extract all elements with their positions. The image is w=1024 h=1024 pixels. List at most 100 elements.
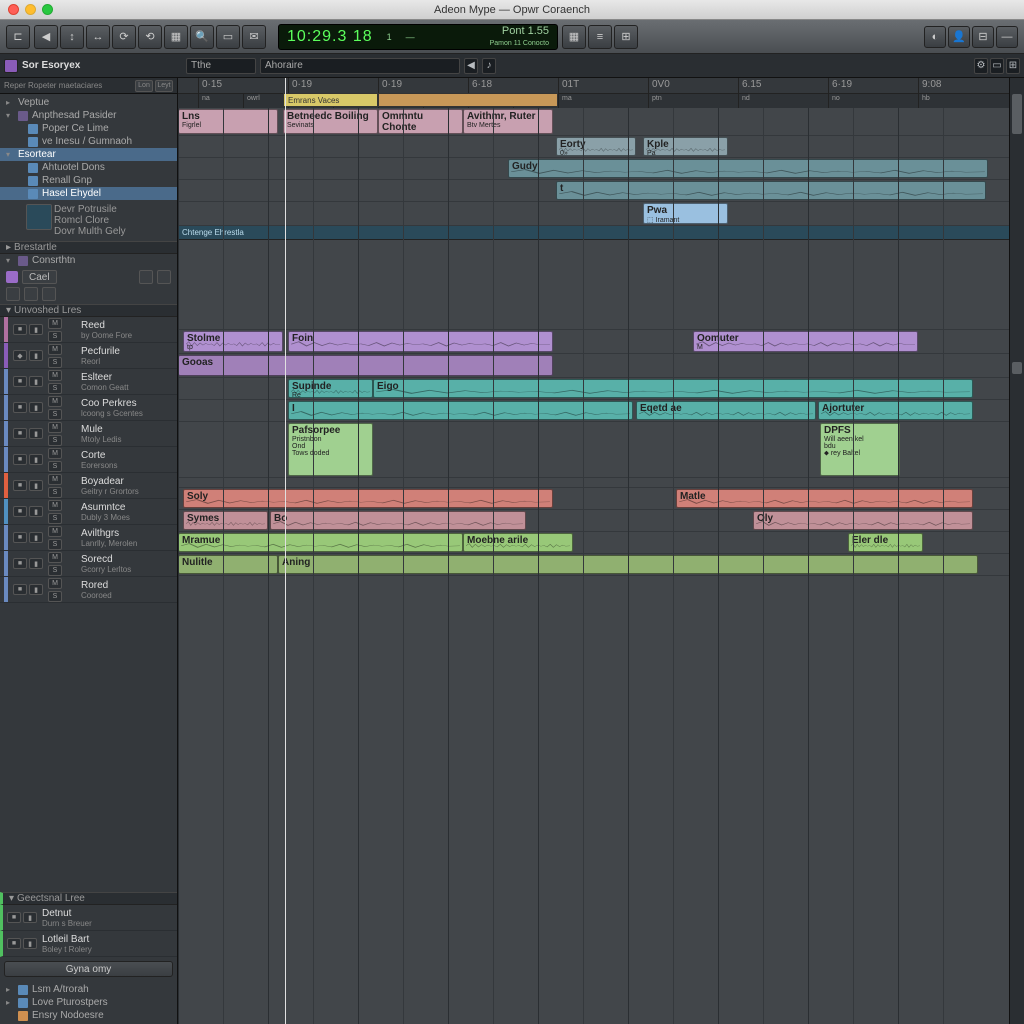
audio-clip[interactable]: Betneedc BoilingSevinats [283, 109, 378, 134]
audio-clip[interactable]: Nulitle [178, 555, 278, 574]
toolbar-button[interactable]: 👤 [948, 26, 970, 48]
sidebar-header-btn-a[interactable]: Lon [135, 80, 153, 92]
audio-clip[interactable]: Matle [676, 489, 973, 508]
audio-clip[interactable]: Eqetd ae [636, 401, 816, 420]
audio-clip[interactable]: OomuterM [693, 331, 918, 352]
ctl-button[interactable] [139, 270, 153, 284]
toolbar-button[interactable]: ◐ [924, 26, 946, 48]
vertical-scrollbar[interactable] [1009, 78, 1024, 1024]
field-btn-b[interactable]: ♪ [482, 58, 496, 74]
audio-clip[interactable]: Pwa⬚ Iramant [643, 203, 728, 224]
audio-clip[interactable]: t [556, 181, 986, 200]
tree-item[interactable]: ▾Esortear [0, 148, 177, 161]
audio-clip[interactable]: Ommntu Chonteloesttan [378, 109, 463, 134]
audio-clip[interactable]: Bo [270, 511, 526, 530]
toolbar-button[interactable]: ⟲ [138, 25, 162, 49]
audio-clip[interactable]: Mramue [178, 533, 463, 552]
arrangement-marker[interactable] [378, 93, 558, 107]
tree-item[interactable]: Poper Ce Lime [0, 122, 177, 135]
scrollbar-thumb[interactable] [1012, 362, 1022, 374]
tree-item[interactable]: Ahtuotel Dons [0, 161, 177, 174]
track-header[interactable]: ■▮ MS RoredCooroed [0, 577, 177, 603]
tree-item[interactable]: Ensry Nodoesre [0, 1009, 177, 1022]
audio-clip[interactable]: KplePa [643, 137, 728, 156]
audio-clip[interactable]: Symes [183, 511, 268, 530]
controlbar-button[interactable]: ⊞ [1006, 58, 1020, 74]
tree-item[interactable]: ▾Anpthesad Pasider [0, 109, 177, 122]
track-header[interactable]: ■▮ MS SorecdGcorry Lerltos [0, 551, 177, 577]
ruler-mark: 0·15 [198, 78, 225, 93]
audio-clip[interactable]: LnsFigrlel [178, 109, 278, 134]
ctl-button[interactable] [157, 270, 171, 284]
arrange-area[interactable]: 0·150·190·196·1801T0V06.156·199:08 naowr… [178, 78, 1024, 1024]
audio-clip[interactable]: Soly [183, 489, 553, 508]
audio-clip[interactable]: Eler dle [848, 533, 923, 552]
preset-thumb[interactable] [26, 204, 52, 230]
toolbar-button[interactable]: ✉ [242, 25, 266, 49]
audio-clip[interactable]: Oly [753, 511, 973, 530]
field-mid[interactable]: Ahoraire [260, 58, 460, 74]
lcd-display[interactable]: 10:29.3 18 1 — Pont 1.55 Pamon 11 Conoct… [278, 24, 558, 50]
audio-clip[interactable]: PafsorpeePristnbon Ond Tows doded [288, 423, 373, 476]
toolbar-button[interactable]: ⊞ [614, 25, 638, 49]
library-tab-icon[interactable] [4, 59, 18, 73]
toolbar-button[interactable]: ≡ [588, 25, 612, 49]
tree-item[interactable]: ve Inesu / Gumnaoh [0, 135, 177, 148]
audio-clip[interactable]: Foin [288, 331, 553, 352]
control-bar-mid: Tthe Ahoraire ◀ ♪ [178, 58, 496, 74]
field-left[interactable]: Tthe [186, 58, 256, 74]
color-chip[interactable] [6, 271, 18, 283]
tree-item[interactable]: ▸Love Pturostpers [0, 996, 177, 1009]
toolbar-button[interactable]: ↕ [60, 25, 84, 49]
sidebar-toggle-button[interactable]: ⊏ [6, 25, 30, 49]
ctl-button[interactable] [24, 287, 38, 301]
audio-clip[interactable]: Gooas [178, 355, 553, 376]
track-header[interactable]: ■▮ MS EslteerComon Geatt [0, 369, 177, 395]
toolbar-button[interactable]: ▭ [216, 25, 240, 49]
tree-item[interactable]: ▸Lsm A/trorah [0, 983, 177, 996]
tree-item[interactable]: ▸Veptue [0, 96, 177, 109]
audio-clip[interactable]: I [288, 401, 633, 420]
track-header[interactable]: ■▮ MS Coo Perkreslcoong s Gcentes [0, 395, 177, 421]
track-header[interactable]: ◆▮ MS PecfurileReorl [0, 343, 177, 369]
track-header[interactable]: ■▮ DetnutDurn s Breuer [0, 905, 177, 931]
track-header[interactable]: ■▮ MS AvilthgrsLanrlly, Merolen [0, 525, 177, 551]
toolbar-button[interactable]: ◀ [34, 25, 58, 49]
track-header[interactable]: ■▮ Lotleil BartBoley t Rolery [0, 931, 177, 957]
controlbar-button[interactable]: ⚙ [974, 58, 988, 74]
tree-item[interactable]: Hasel Ehydel [0, 187, 177, 200]
track-header[interactable]: ■▮ MS CorteEorersons [0, 447, 177, 473]
playhead[interactable] [285, 78, 286, 1024]
timeline-ruler[interactable]: 0·150·190·196·1801T0V06.156·199:08 naowr… [178, 78, 1024, 108]
toolbar-button[interactable]: ▦ [164, 25, 188, 49]
audio-clip[interactable]: Ajortuter [818, 401, 973, 420]
toolbar-button[interactable]: ▦ [562, 25, 586, 49]
track-header[interactable]: ■▮ MS MuleMtoly Ledis [0, 421, 177, 447]
audio-clip[interactable]: Moebne arile [463, 533, 573, 552]
sidebar-header-btn-b[interactable]: Leyt [155, 80, 173, 92]
toolbar-button[interactable]: ↔ [86, 25, 110, 49]
audio-clip[interactable]: Eorty0» [556, 137, 636, 156]
toolbar-button[interactable]: ⊟ [972, 26, 994, 48]
audio-clip[interactable]: Gudy [508, 159, 988, 178]
controlbar-button[interactable]: ▭ [990, 58, 1004, 74]
arrangement-marker[interactable]: Emrans Vaces [283, 93, 378, 107]
audio-clip[interactable]: DPFSWill aeen kel bdu ⬥ rey Baltel [820, 423, 900, 476]
field-btn-a[interactable]: ◀ [464, 58, 478, 74]
add-button[interactable]: Gyna omy [4, 961, 173, 977]
tree-item[interactable]: Renall Gnp [0, 174, 177, 187]
audio-clip[interactable]: Avithmr, RuterBtv Mertes [463, 109, 553, 134]
toolbar-button[interactable]: ⟳ [112, 25, 136, 49]
track-header-list: ■▮ MS Reedby Oome Fore ◆▮ MS PecfurileRe… [0, 317, 177, 892]
scrollbar-thumb[interactable] [1012, 94, 1022, 134]
ctl-button[interactable] [6, 287, 20, 301]
ctl-button[interactable] [42, 287, 56, 301]
ctl-button[interactable]: Cael [22, 270, 57, 284]
audio-clip[interactable]: SupindeRe [288, 379, 373, 398]
track-header[interactable]: ■▮ MS AsumntceDubly 3 Moes [0, 499, 177, 525]
tree-item[interactable]: ▾Consrthtn [0, 254, 177, 267]
track-header[interactable]: ■▮ MS Reedby Oome Fore [0, 317, 177, 343]
toolbar-button[interactable]: 🔍 [190, 25, 214, 49]
track-header[interactable]: ■▮ MS BoyadearGeitry r Grortors [0, 473, 177, 499]
toolbar-button[interactable]: — [996, 26, 1018, 48]
